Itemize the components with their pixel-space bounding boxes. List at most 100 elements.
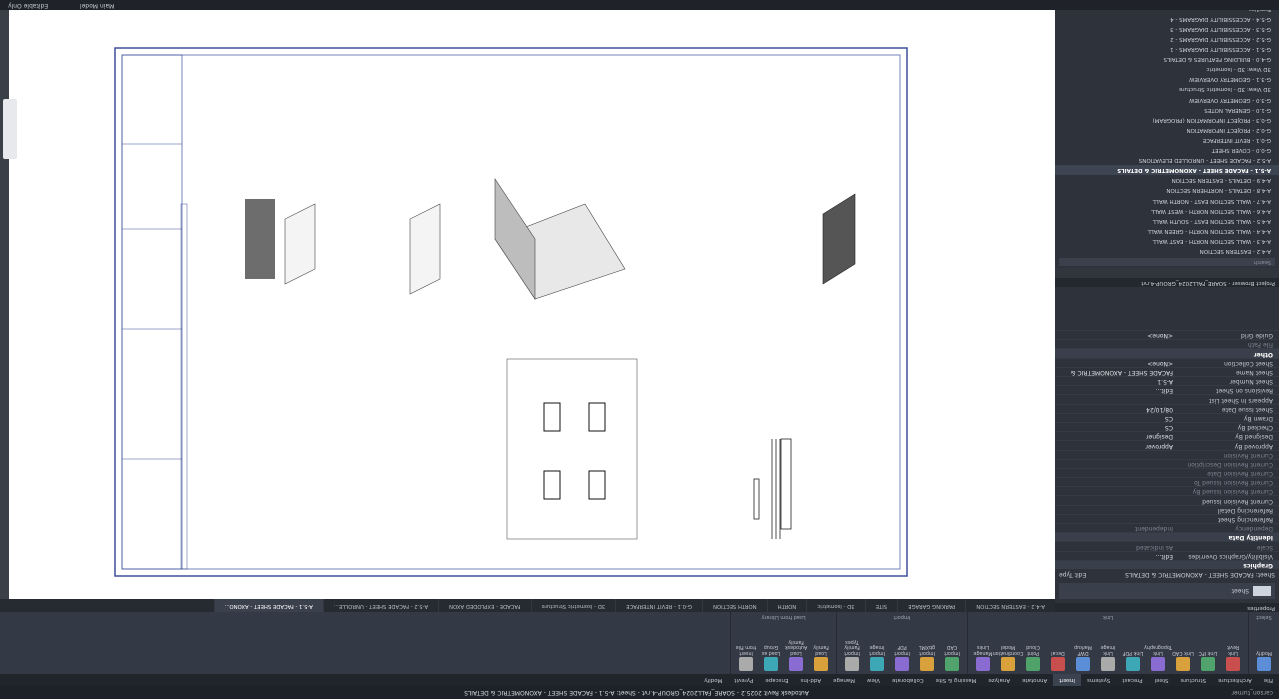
tab-modify[interactable]: Modify — [698, 674, 728, 686]
property-section[interactable]: Other — [1055, 348, 1279, 358]
browser-item[interactable]: A-4.7 - WALL SECTION EAST - NORTH WALL — [1055, 195, 1279, 205]
property-row[interactable]: Current Revision Description — [1055, 458, 1279, 468]
view-tab[interactable]: 3D - Isometric Structure — [530, 599, 616, 612]
coordination-model-button[interactable]: Coordination Model — [993, 644, 1023, 671]
browser-item[interactable]: A-4.4 - WALL SECTION NORTH - GREEN WALL — [1055, 226, 1279, 236]
tab-pyrevit[interactable]: Pyrevit — [728, 674, 759, 686]
load-family-button[interactable]: Load Family — [810, 639, 832, 671]
decal-button[interactable]: Decal — [1047, 644, 1069, 671]
tab-massing-site[interactable]: Massing & Site — [930, 674, 983, 686]
browser-item[interactable]: G-1.0 - GENERAL NOTES — [1055, 105, 1279, 115]
browser-item[interactable]: A-4.8 - DETAILS - NORTHERN SECTION — [1055, 185, 1279, 195]
browser-item[interactable]: G-5.1 - ACCESSIBILITY DIAGRAMS - 1 — [1055, 44, 1279, 54]
property-section[interactable]: Graphics — [1055, 559, 1279, 569]
property-row[interactable]: File Path — [1055, 339, 1279, 349]
property-row[interactable]: Dependency Independent — [1055, 523, 1279, 533]
property-value[interactable] — [1055, 561, 1177, 569]
browser-item[interactable]: G-0.1 - REVIT INTERFACE — [1055, 135, 1279, 145]
editable-only-toggle[interactable]: Editable Only — [8, 2, 48, 9]
tab-structure[interactable]: Structure — [1175, 674, 1213, 686]
browser-item[interactable]: A-4.9 - DETAILS - EASTERN SECTION — [1055, 175, 1279, 185]
property-value[interactable] — [1055, 533, 1177, 541]
property-row[interactable]: Referencing Detail — [1055, 504, 1279, 514]
browser-item[interactable]: 3D View: 3D - Isometric Structure — [1055, 84, 1279, 94]
tab-architecture[interactable]: Architecture — [1212, 674, 1258, 686]
property-row[interactable]: Approved By Approver — [1055, 440, 1279, 450]
import-image-button[interactable]: Import Image — [866, 639, 888, 671]
tab-file[interactable]: File — [1258, 674, 1279, 686]
property-row[interactable]: Revisions on Sheet Edit... — [1055, 385, 1279, 395]
link-revit-button[interactable]: Link Revit — [1222, 644, 1244, 671]
property-value[interactable] — [1055, 469, 1177, 477]
property-value[interactable] — [1055, 497, 1177, 505]
property-row[interactable]: Sheet Issue Date 08/10/24 — [1055, 403, 1279, 413]
edit-type-button[interactable]: Edit Type — [1059, 569, 1086, 579]
drawing-canvas[interactable] — [9, 0, 1055, 599]
browser-item[interactable]: A-4.2 - EASTERN SECTION — [1055, 246, 1279, 256]
property-row[interactable]: Appears In Sheet List — [1055, 394, 1279, 404]
property-row[interactable]: Current Revision Issued By — [1055, 486, 1279, 496]
browser-item[interactable]: A-4.3 - WALL SECTION NORTH - EAST WALL — [1055, 236, 1279, 246]
property-value[interactable]: <None> — [1055, 331, 1177, 339]
property-row[interactable]: Sheet Name FACADE SHEET - AXONOMETRIC & — [1055, 366, 1279, 377]
view-tab[interactable]: NORTH — [766, 599, 807, 612]
property-row[interactable]: Guide Grid <None> — [1055, 330, 1279, 340]
view-tab[interactable]: NORTH SECTION — [701, 599, 767, 612]
property-row[interactable]: Visibility/Graphics Overrides Edit... — [1055, 550, 1279, 560]
insert-from-file-button[interactable]: Insert from File — [735, 639, 757, 671]
browser-item[interactable]: G-5.2 - ACCESSIBILITY DIAGRAMS - 2 — [1055, 34, 1279, 44]
view-tab[interactable]: 3D - Isometric — [806, 599, 865, 612]
view-tab[interactable]: FACADE - EXPLODED AXON — [438, 599, 531, 612]
browser-item[interactable]: G-0.3 - PROJECT INFORMATION (PROGRAM) — [1055, 115, 1279, 125]
property-row[interactable]: Designed By Designer — [1055, 431, 1279, 441]
load-as-group-button[interactable]: Load as Group — [760, 639, 782, 671]
property-row[interactable]: Scale As indicated — [1055, 541, 1279, 551]
browser-item[interactable]: A-5.1 - FACADE SHEET - AXONOMETRIC & DET… — [1055, 165, 1279, 176]
import-family-types-button[interactable]: Import Family Types — [841, 639, 863, 671]
property-row[interactable]: Current Revision Issued To — [1055, 477, 1279, 487]
property-value[interactable]: <None> — [1055, 359, 1177, 367]
tab-view[interactable]: View — [861, 674, 886, 686]
property-value[interactable]: Edit... — [1055, 552, 1177, 560]
signin-label[interactable]: carson_turner — [1193, 689, 1279, 696]
property-value[interactable] — [1055, 350, 1177, 358]
tab-add-ins[interactable]: Add-Ins — [794, 674, 827, 686]
tab-steel[interactable]: Steel — [1149, 674, 1175, 686]
manage-links-button[interactable]: Manage Links — [972, 644, 994, 671]
property-row[interactable]: Drawn By CS — [1055, 412, 1279, 422]
property-value[interactable] — [1055, 460, 1177, 468]
browser-item[interactable]: A-4.6 - WALL SECTION NORTH - WEST WALL — [1055, 206, 1279, 216]
tab-collaborate[interactable]: Collaborate — [886, 674, 930, 686]
link-topography-button[interactable]: Link Topography — [1144, 644, 1172, 671]
link-pdf-button[interactable]: Link PDF — [1122, 644, 1144, 671]
tab-insert[interactable]: Insert — [1053, 674, 1082, 686]
view-tab[interactable]: G-0.1 - REVIT INTERFACE — [615, 599, 702, 612]
property-value[interactable]: CS — [1055, 414, 1177, 422]
link-cad-button[interactable]: Link CAD — [1172, 644, 1194, 671]
browser-item[interactable]: A-5.2 - FACADE SHEET - UNROLLED ELEVATIO… — [1055, 155, 1279, 165]
tab-annotate[interactable]: Annotate — [1016, 674, 1053, 686]
tab-precast[interactable]: Precast — [1116, 674, 1148, 686]
view-tab[interactable]: SITE — [864, 599, 898, 612]
link-ifc-button[interactable]: Link IFC — [1197, 644, 1219, 671]
view-tab[interactable]: A-4.2 - EASTERN SECTION — [965, 599, 1055, 612]
property-value[interactable]: Approver — [1055, 441, 1177, 450]
property-value[interactable] — [1055, 478, 1177, 486]
property-value[interactable] — [1055, 506, 1177, 514]
view-tab[interactable]: PARKING GARAGE — [897, 599, 966, 612]
property-value[interactable] — [1055, 451, 1177, 459]
tab-analyze[interactable]: Analyze — [982, 674, 1016, 686]
property-row[interactable]: Referencing Sheet — [1055, 513, 1279, 524]
import-pdf-button[interactable]: Import PDF — [891, 639, 913, 671]
property-value[interactable]: Edit... — [1055, 386, 1177, 394]
browser-item[interactable]: G-0.2 - PROJECT INFORMATION — [1055, 125, 1279, 135]
load-autodesk-family-button[interactable]: Load Autodesk Family — [785, 639, 807, 671]
type-selector[interactable]: Sheet — [1059, 583, 1275, 599]
browser-item[interactable]: G-4.0 - BUILDING FEATURES & DETAILS — [1055, 54, 1279, 64]
property-value[interactable] — [1055, 395, 1177, 403]
property-row[interactable]: Checked By CS — [1055, 422, 1279, 432]
property-value[interactable]: FACADE SHEET - AXONOMETRIC & — [1055, 368, 1177, 376]
view-tab[interactable]: A-5.2 - FACADE SHEET - UNROLLE... — [322, 599, 439, 612]
property-row[interactable]: Sheet Number A-5.1 — [1055, 376, 1279, 386]
browser-item[interactable]: G-0.0 - COVER SHEET — [1055, 145, 1279, 155]
